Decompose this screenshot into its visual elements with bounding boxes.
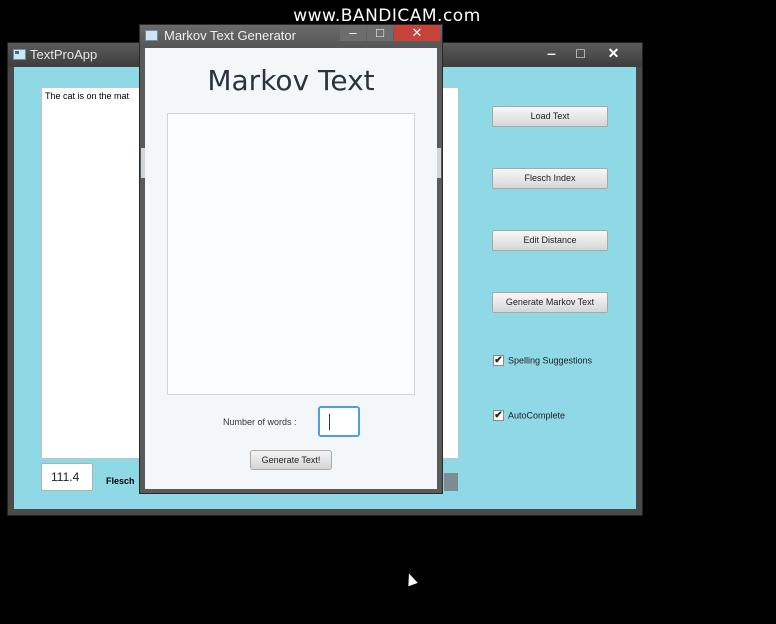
maximize-icon[interactable]: □ [567,44,594,63]
checkbox-check-icon[interactable]: ✔ [493,410,504,422]
flesch-score-field[interactable]: 111.4 [41,463,93,491]
dialog-client-area: Markov Text Number of words : Generate T… [141,48,441,489]
minimize-icon[interactable]: ‒ [538,44,565,63]
app-icon [13,49,26,60]
dialog-title-bar[interactable]: Markov Text Generator ‒ □ ✕ [140,25,442,48]
dialog-heading: Markov Text [207,64,375,97]
flesch-index-button[interactable]: Flesch Index [492,168,608,189]
autocomplete-checkbox[interactable]: ✔ AutoComplete [493,410,566,422]
spelling-suggestions-checkbox[interactable]: ✔ Spelling Suggestions [493,355,593,367]
obscured-control [444,473,458,491]
load-text-button[interactable]: Load Text [492,106,608,127]
main-window-title: TextProApp [30,47,98,62]
spelling-suggestions-label: Spelling Suggestions [508,355,593,366]
dialog-title: Markov Text Generator [164,28,296,43]
number-of-words-label: Number of words : [223,417,297,427]
dialog-app-icon [145,30,158,41]
dialog-maximize-icon[interactable]: □ [367,25,393,41]
generate-text-button[interactable]: Generate Text! [250,450,332,470]
mouse-cursor-icon [404,571,418,587]
left-scroll-nub [141,148,145,178]
right-scroll-nub [437,148,441,178]
generate-markov-text-button[interactable]: Generate Markov Text [492,292,608,313]
dialog-minimize-icon[interactable]: ‒ [340,25,366,41]
dialog-close-icon[interactable]: ✕ [394,25,440,41]
number-of-words-input[interactable] [318,406,360,437]
text-caret [329,414,330,430]
close-icon[interactable]: ✕ [600,44,627,63]
checkbox-check-icon[interactable]: ✔ [493,355,504,367]
flesch-label: Flesch [106,476,135,486]
bandicam-watermark: www.BANDICAM.com [293,6,481,26]
markov-dialog-window: Markov Text Generator ‒ □ ✕ Markov Text … [139,24,443,494]
markov-output-area[interactable] [167,113,415,395]
autocomplete-label: AutoComplete [508,410,566,421]
edit-distance-button[interactable]: Edit Distance [492,230,608,251]
